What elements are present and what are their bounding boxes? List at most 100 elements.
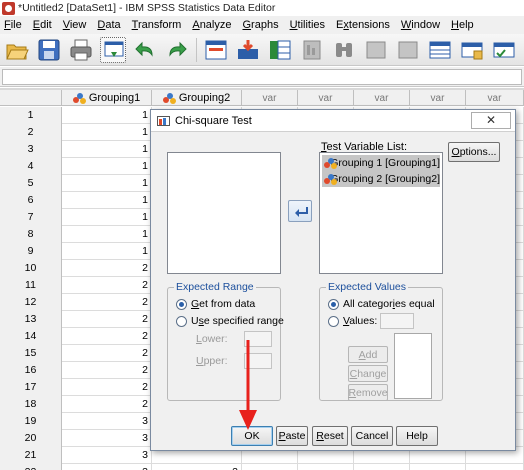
- table-cell[interactable]: 1: [62, 243, 152, 260]
- row-number[interactable]: 6: [0, 192, 62, 209]
- table-cell[interactable]: [466, 464, 524, 470]
- list-item[interactable]: Grouping 1 [Grouping1]: [322, 155, 440, 171]
- table-cell[interactable]: 2: [62, 260, 152, 277]
- add-button[interactable]: Add: [348, 346, 388, 363]
- table-cell[interactable]: [242, 464, 298, 470]
- menu-window[interactable]: Window: [397, 19, 447, 31]
- menu-data[interactable]: Data: [93, 19, 127, 31]
- menu-view[interactable]: View: [59, 19, 94, 31]
- source-variable-list[interactable]: [167, 152, 281, 274]
- row-number[interactable]: 3: [0, 141, 62, 158]
- undo-icon[interactable]: [132, 37, 158, 63]
- row-number[interactable]: 20: [0, 430, 62, 447]
- paste-button[interactable]: Paste: [276, 426, 308, 446]
- redo-icon[interactable]: [164, 37, 190, 63]
- reset-button[interactable]: Reset: [312, 426, 348, 446]
- column-header-var[interactable]: var: [242, 90, 298, 106]
- row-number[interactable]: 11: [0, 277, 62, 294]
- table-cell[interactable]: 2: [62, 277, 152, 294]
- goto-variable-icon[interactable]: [235, 37, 261, 63]
- table-cell[interactable]: 1: [62, 107, 152, 124]
- row-number[interactable]: 2: [0, 124, 62, 141]
- row-number[interactable]: 14: [0, 328, 62, 345]
- row-number[interactable]: 21: [0, 447, 62, 464]
- table-cell[interactable]: 2: [62, 345, 152, 362]
- menu-extensions[interactable]: Extensions: [332, 19, 397, 31]
- column-header-var[interactable]: var: [466, 90, 524, 106]
- recall-dialog-icon[interactable]: [100, 36, 126, 63]
- table-cell[interactable]: 3: [62, 413, 152, 430]
- table-cell[interactable]: 3: [62, 430, 152, 447]
- goto-case-icon[interactable]: [203, 37, 229, 63]
- column-header-var[interactable]: var: [354, 90, 410, 106]
- row-number[interactable]: 1: [0, 107, 62, 124]
- values-radio[interactable]: Values:: [328, 315, 377, 327]
- column-header-grouping1[interactable]: Grouping1: [62, 90, 152, 106]
- row-number[interactable]: 13: [0, 311, 62, 328]
- row-number[interactable]: 15: [0, 345, 62, 362]
- column-header-var[interactable]: var: [410, 90, 466, 106]
- row-number[interactable]: 22: [0, 464, 62, 470]
- column-header-var[interactable]: var: [298, 90, 354, 106]
- column-header-grouping2[interactable]: Grouping2: [152, 90, 242, 106]
- menu-help[interactable]: Help: [447, 19, 481, 31]
- row-number[interactable]: 7: [0, 209, 62, 226]
- table-cell[interactable]: 1: [62, 175, 152, 192]
- help-button[interactable]: Help: [396, 426, 438, 446]
- table-cell[interactable]: [354, 464, 410, 470]
- cell-editor-input[interactable]: [2, 69, 522, 85]
- table-cell[interactable]: 2: [152, 464, 242, 470]
- table-cell[interactable]: 2: [62, 328, 152, 345]
- table-cell[interactable]: 3: [62, 464, 152, 470]
- cancel-button[interactable]: Cancel: [351, 426, 393, 446]
- list-item[interactable]: Grouping 2 [Grouping2]: [322, 171, 440, 187]
- menu-analyze[interactable]: Analyze: [188, 19, 238, 31]
- change-button[interactable]: Change: [348, 365, 388, 382]
- menu-transform[interactable]: Transform: [128, 19, 189, 31]
- table-cell[interactable]: 1: [62, 226, 152, 243]
- open-icon[interactable]: [4, 37, 30, 63]
- table-cell[interactable]: [410, 464, 466, 470]
- table-cell[interactable]: 2: [62, 396, 152, 413]
- use-specified-range-radio[interactable]: Use specified range: [176, 315, 284, 327]
- row-number[interactable]: 16: [0, 362, 62, 379]
- table-cell[interactable]: 1: [62, 141, 152, 158]
- table-cell[interactable]: 2: [62, 311, 152, 328]
- find-icon[interactable]: [331, 37, 357, 63]
- row-number[interactable]: 10: [0, 260, 62, 277]
- move-variable-button[interactable]: [288, 200, 312, 222]
- menu-edit[interactable]: Edit: [29, 19, 59, 31]
- table-cell[interactable]: 3: [62, 447, 152, 464]
- save-icon[interactable]: [36, 37, 62, 63]
- print-icon[interactable]: [68, 37, 94, 63]
- expected-values-list[interactable]: [394, 333, 432, 399]
- row-number[interactable]: 4: [0, 158, 62, 175]
- corner-cell[interactable]: [0, 90, 62, 106]
- options-button[interactable]: Options...: [448, 142, 500, 162]
- weight-cases-icon[interactable]: [459, 37, 485, 63]
- table-cell[interactable]: [298, 464, 354, 470]
- insert-cases-icon[interactable]: [363, 37, 389, 63]
- table-cell[interactable]: 2: [62, 294, 152, 311]
- menu-graphs[interactable]: Graphs: [238, 19, 285, 31]
- variables-icon[interactable]: [267, 37, 293, 63]
- close-button[interactable]: ✕: [471, 112, 511, 129]
- run-descriptives-icon[interactable]: [299, 37, 325, 63]
- table-cell[interactable]: 1: [62, 158, 152, 175]
- menu-file[interactable]: File: [0, 19, 29, 31]
- get-from-data-radio[interactable]: Get from data: [176, 298, 255, 310]
- row-number[interactable]: 18: [0, 396, 62, 413]
- row-number[interactable]: 9: [0, 243, 62, 260]
- table-cell[interactable]: 1: [62, 124, 152, 141]
- insert-variable-icon[interactable]: [395, 37, 421, 63]
- table-cell[interactable]: 1: [62, 209, 152, 226]
- row-number[interactable]: 12: [0, 294, 62, 311]
- all-categories-equal-radio[interactable]: All categories equal: [328, 298, 435, 310]
- table-cell[interactable]: 2: [62, 362, 152, 379]
- row-number[interactable]: 5: [0, 175, 62, 192]
- test-variable-list[interactable]: Grouping 1 [Grouping1] Grouping 2 [Group…: [319, 152, 443, 274]
- row-number[interactable]: 8: [0, 226, 62, 243]
- menu-utilities[interactable]: Utilities: [286, 19, 332, 31]
- split-file-icon[interactable]: [427, 37, 453, 63]
- row-number[interactable]: 17: [0, 379, 62, 396]
